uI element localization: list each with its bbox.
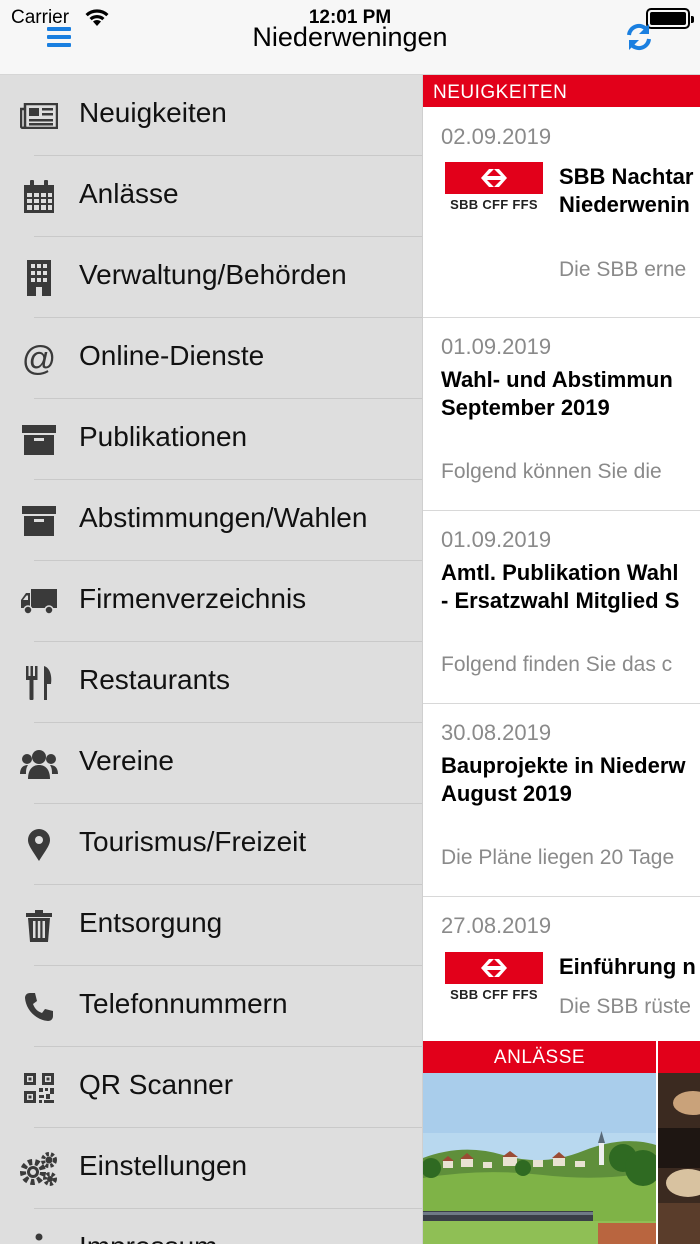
main-content: NEUIGKEITEN 02.09.2019 SBB CFF FFS SBB N… <box>422 75 700 1244</box>
archive-box-icon <box>20 502 58 540</box>
news-title-line: Einführung n <box>559 954 696 979</box>
swiss-cross-icon <box>445 162 543 194</box>
users-group-icon <box>20 745 58 783</box>
sidebar-item-qr-scanner[interactable]: QR Scanner <box>0 1047 422 1128</box>
news-title-line: September 2019 <box>441 395 610 420</box>
news-date: 27.08.2019 <box>441 913 552 938</box>
sidebar-item-label: Impressum <box>79 1231 217 1244</box>
refresh-icon[interactable] <box>624 22 658 56</box>
news-date: 01.09.2019 <box>441 334 552 359</box>
sidebar-item-label: Firmenverzeichnis <box>79 583 307 614</box>
news-item[interactable]: 01.09.2019 Wahl- und Abstimmun September… <box>423 318 700 511</box>
news-title-line: Wahl- und Abstimmun <box>441 367 673 392</box>
news-item[interactable]: 27.08.2019 SBB CFF FFS Einführung n Die … <box>423 897 700 1042</box>
news-item[interactable]: 01.09.2019 Amtl. Publikation Wahl - Ersa… <box>423 511 700 704</box>
cutlery-icon <box>20 664 58 702</box>
news-title-line: Bauprojekte in Niederw <box>441 753 686 778</box>
news-title-line: Amtl. Publikation Wahl <box>441 560 679 585</box>
sidebar-item-impressum[interactable]: Impressum <box>0 1209 422 1244</box>
tile-second[interactable] <box>658 1041 700 1244</box>
news-item[interactable]: 02.09.2019 SBB CFF FFS SBB Nachtar Niede… <box>423 107 700 318</box>
village-landscape-photo <box>423 1073 656 1244</box>
sidebar-item-label: Online-Dienste <box>79 340 265 371</box>
news-teaser: Folgend finden Sie das c <box>441 653 673 676</box>
sidebar-item-label: Verwaltung/Behörden <box>79 259 347 290</box>
news-date: 02.09.2019 <box>441 124 552 149</box>
sidebar-item-label: Abstimmungen/Wahlen <box>79 502 368 533</box>
tile-anlaesse[interactable]: ANLÄSSE <box>423 1041 656 1244</box>
sidebar-item-einstellungen[interactable]: Einstellungen <box>0 1128 422 1209</box>
sidebar-item-online-dienste[interactable]: @ Online-Dienste <box>0 318 422 399</box>
sidebar-item-label: Einstellungen <box>79 1150 248 1181</box>
building-icon <box>20 259 58 297</box>
news-date: 30.08.2019 <box>441 720 552 745</box>
news-teaser: Folgend können Sie die <box>441 460 662 483</box>
sidebar-item-firmenverzeichnis[interactable]: Firmenverzeichnis <box>0 561 422 642</box>
at-sign-icon: @ <box>21 339 57 378</box>
sidebar-item-label: Entsorgung <box>79 907 223 938</box>
news-date: 01.09.2019 <box>441 527 552 552</box>
qr-code-icon <box>20 1069 58 1107</box>
sidebar-item-anlaesse[interactable]: Anlässe <box>0 156 422 237</box>
sidebar-item-label: Anlässe <box>79 178 179 209</box>
phone-icon <box>20 988 58 1026</box>
gears-icon <box>20 1150 58 1188</box>
tile-header <box>658 1041 700 1073</box>
info-icon <box>20 1231 58 1244</box>
calendar-icon <box>20 178 58 216</box>
trash-icon <box>20 907 58 945</box>
sbb-logo: SBB CFF FFS <box>445 162 543 212</box>
news-teaser: Die SBB rüste <box>559 995 691 1018</box>
news-section-header: NEUIGKEITEN <box>423 75 700 107</box>
sidebar-item-telefonnummern[interactable]: Telefonnummern <box>0 966 422 1047</box>
tile-header: ANLÄSSE <box>423 1041 656 1073</box>
sidebar-item-label: Neuigkeiten <box>79 97 227 128</box>
archive-box-icon <box>20 421 58 459</box>
swiss-cross-icon <box>445 952 543 984</box>
sidebar-item-publikationen[interactable]: Publikationen <box>0 399 422 480</box>
sidebar-item-vereine[interactable]: Vereine <box>0 723 422 804</box>
map-pin-icon <box>20 826 58 864</box>
navigation-bar: Carrier 12:01 PM Niederweningen <box>0 0 700 75</box>
sidebar-item-entsorgung[interactable]: Entsorgung <box>0 885 422 966</box>
sidebar-item-neuigkeiten[interactable]: Neuigkeiten <box>0 75 422 156</box>
news-title-line: SBB Nachtar <box>559 164 694 189</box>
sidebar-item-restaurants[interactable]: Restaurants <box>0 642 422 723</box>
side-menu: Neuigkeiten Anlässe Verwaltung/Behörden … <box>0 75 422 1244</box>
sidebar-item-verwaltung[interactable]: Verwaltung/Behörden <box>0 237 422 318</box>
sidebar-item-label: Telefonnummern <box>79 988 288 1019</box>
sidebar-item-label: Publikationen <box>79 421 248 452</box>
news-title-line: August 2019 <box>441 781 572 806</box>
news-title-line: - Ersatzwahl Mitglied S <box>441 588 680 613</box>
sidebar-item-label: Vereine <box>79 745 174 776</box>
sbb-logo: SBB CFF FFS <box>445 952 543 1002</box>
restaurant-photo <box>658 1073 700 1244</box>
news-title-line: Niederwenin <box>559 192 690 217</box>
news-teaser: Die SBB erne <box>559 258 687 281</box>
sidebar-item-tourismus[interactable]: Tourismus/Freizeit <box>0 804 422 885</box>
truck-icon <box>20 583 58 621</box>
sidebar-item-label: Tourismus/Freizeit <box>79 826 307 857</box>
page-title: Niederweningen <box>252 22 448 52</box>
sidebar-item-abstimmungen[interactable]: Abstimmungen/Wahlen <box>0 480 422 561</box>
sbb-logo-text: SBB CFF FFS <box>450 987 538 1002</box>
newspaper-icon <box>20 97 58 135</box>
news-item[interactable]: 30.08.2019 Bauprojekte in Niederw August… <box>423 704 700 897</box>
sbb-logo-text: SBB CFF FFS <box>450 197 538 212</box>
news-teaser: Die Pläne liegen 20 Tage <box>441 846 675 869</box>
sidebar-item-label: Restaurants <box>79 664 230 695</box>
sidebar-item-label: QR Scanner <box>79 1069 234 1100</box>
category-tiles: ANLÄSSE <box>423 1041 700 1244</box>
